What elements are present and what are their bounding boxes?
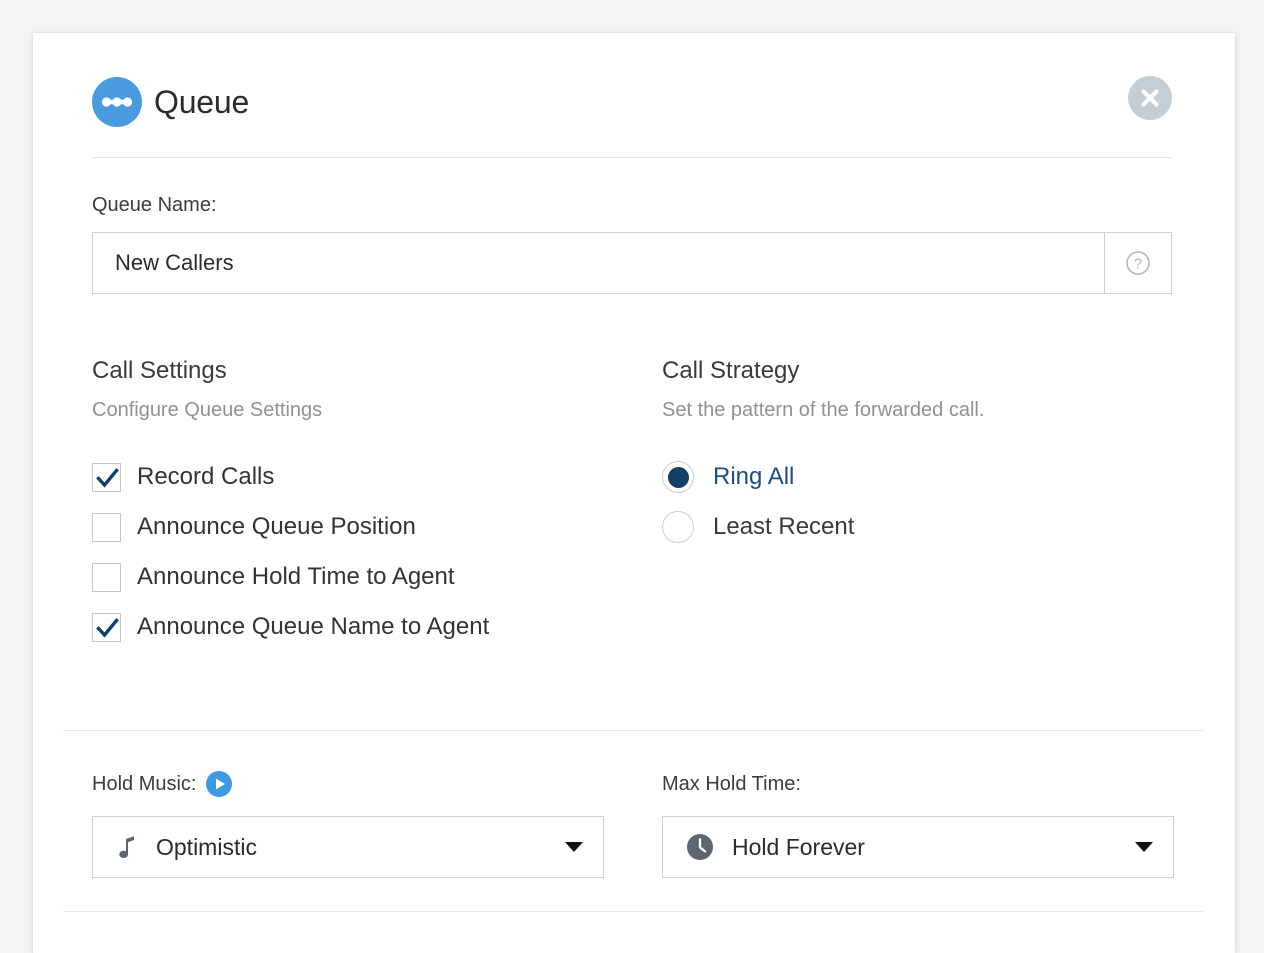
queue-name-input[interactable] bbox=[93, 233, 1104, 293]
footer-divider bbox=[63, 911, 1203, 912]
checkbox-label: Announce Queue Position bbox=[137, 513, 416, 540]
call-settings-checkbox-list: Record Calls Announce Queue Position Ann… bbox=[92, 452, 622, 652]
chevron-down-icon bbox=[565, 842, 583, 852]
play-button[interactable] bbox=[206, 771, 233, 797]
checkbox-record-calls[interactable] bbox=[92, 462, 121, 492]
radio-least-recent[interactable] bbox=[662, 511, 694, 543]
radio-dot-icon bbox=[667, 466, 689, 488]
checkbox-announce-hold-time-to-agent[interactable] bbox=[92, 562, 121, 592]
radio-row-ring-all[interactable]: Ring All bbox=[662, 452, 1182, 502]
help-circle-icon: ? bbox=[1126, 251, 1150, 275]
checkbox-row-announce-queue-position[interactable]: Announce Queue Position bbox=[92, 502, 622, 552]
hold-music-section: Hold Music: Optimistic bbox=[92, 771, 604, 878]
queue-settings-modal: Queue Queue Name: ? Call Settings Config… bbox=[33, 33, 1235, 953]
call-settings-title: Call Settings bbox=[92, 357, 227, 384]
hold-music-value: Optimistic bbox=[156, 834, 257, 860]
queue-name-label: Queue Name: bbox=[92, 194, 217, 216]
max-hold-time-select[interactable]: Hold Forever bbox=[662, 816, 1174, 878]
call-settings-section: Call Settings Configure Queue Settings R… bbox=[92, 355, 622, 652]
radio-ring-all[interactable] bbox=[662, 461, 694, 493]
queue-icon bbox=[92, 77, 142, 127]
max-hold-time-label-row: Max Hold Time: bbox=[662, 771, 1174, 797]
check-icon bbox=[96, 467, 119, 488]
radio-label: Least Recent bbox=[713, 513, 855, 540]
modal-header: Queue bbox=[33, 33, 1235, 158]
call-strategy-title: Call Strategy bbox=[662, 357, 800, 384]
call-settings-subtitle: Configure Queue Settings bbox=[92, 399, 323, 421]
radio-row-least-recent[interactable]: Least Recent bbox=[662, 502, 1182, 552]
hold-music-select[interactable]: Optimistic bbox=[92, 816, 604, 878]
call-strategy-section: Call Strategy Set the pattern of the for… bbox=[662, 355, 1182, 552]
radio-label: Ring All bbox=[713, 463, 795, 490]
close-button[interactable] bbox=[1128, 76, 1172, 120]
checkbox-announce-queue-position[interactable] bbox=[92, 512, 121, 542]
checkbox-label: Announce Queue Name to Agent bbox=[137, 613, 490, 640]
checkbox-row-announce-queue-name-to-agent[interactable]: Announce Queue Name to Agent bbox=[92, 602, 622, 652]
max-hold-time-label: Max Hold Time: bbox=[662, 773, 801, 795]
header-divider bbox=[92, 157, 1172, 158]
hold-music-label: Hold Music: bbox=[92, 773, 197, 795]
call-strategy-radio-list: Ring All Least Recent bbox=[662, 452, 1182, 552]
play-icon bbox=[216, 778, 226, 790]
page-title: Queue bbox=[154, 84, 250, 120]
queue-name-help-button[interactable]: ? bbox=[1104, 233, 1171, 293]
music-note-icon bbox=[115, 833, 139, 861]
checkbox-label: Announce Hold Time to Agent bbox=[137, 563, 455, 590]
call-strategy-subtitle: Set the pattern of the forwarded call. bbox=[662, 399, 985, 421]
queue-name-field-group: ? bbox=[92, 232, 1172, 294]
svg-text:?: ? bbox=[1134, 255, 1142, 272]
checkbox-announce-queue-name-to-agent[interactable] bbox=[92, 612, 121, 642]
checkbox-row-announce-hold-time-to-agent[interactable]: Announce Hold Time to Agent bbox=[92, 552, 622, 602]
section-divider bbox=[63, 730, 1203, 731]
clock-icon bbox=[685, 832, 715, 862]
check-icon bbox=[96, 617, 119, 638]
max-hold-time-section: Max Hold Time: Hold Forever bbox=[662, 771, 1174, 878]
close-icon bbox=[1141, 89, 1159, 107]
max-hold-time-value: Hold Forever bbox=[732, 834, 865, 860]
checkbox-row-record-calls[interactable]: Record Calls bbox=[92, 452, 622, 502]
checkbox-label: Record Calls bbox=[137, 463, 275, 490]
hold-music-label-row: Hold Music: bbox=[92, 771, 604, 797]
chevron-down-icon bbox=[1135, 842, 1153, 852]
